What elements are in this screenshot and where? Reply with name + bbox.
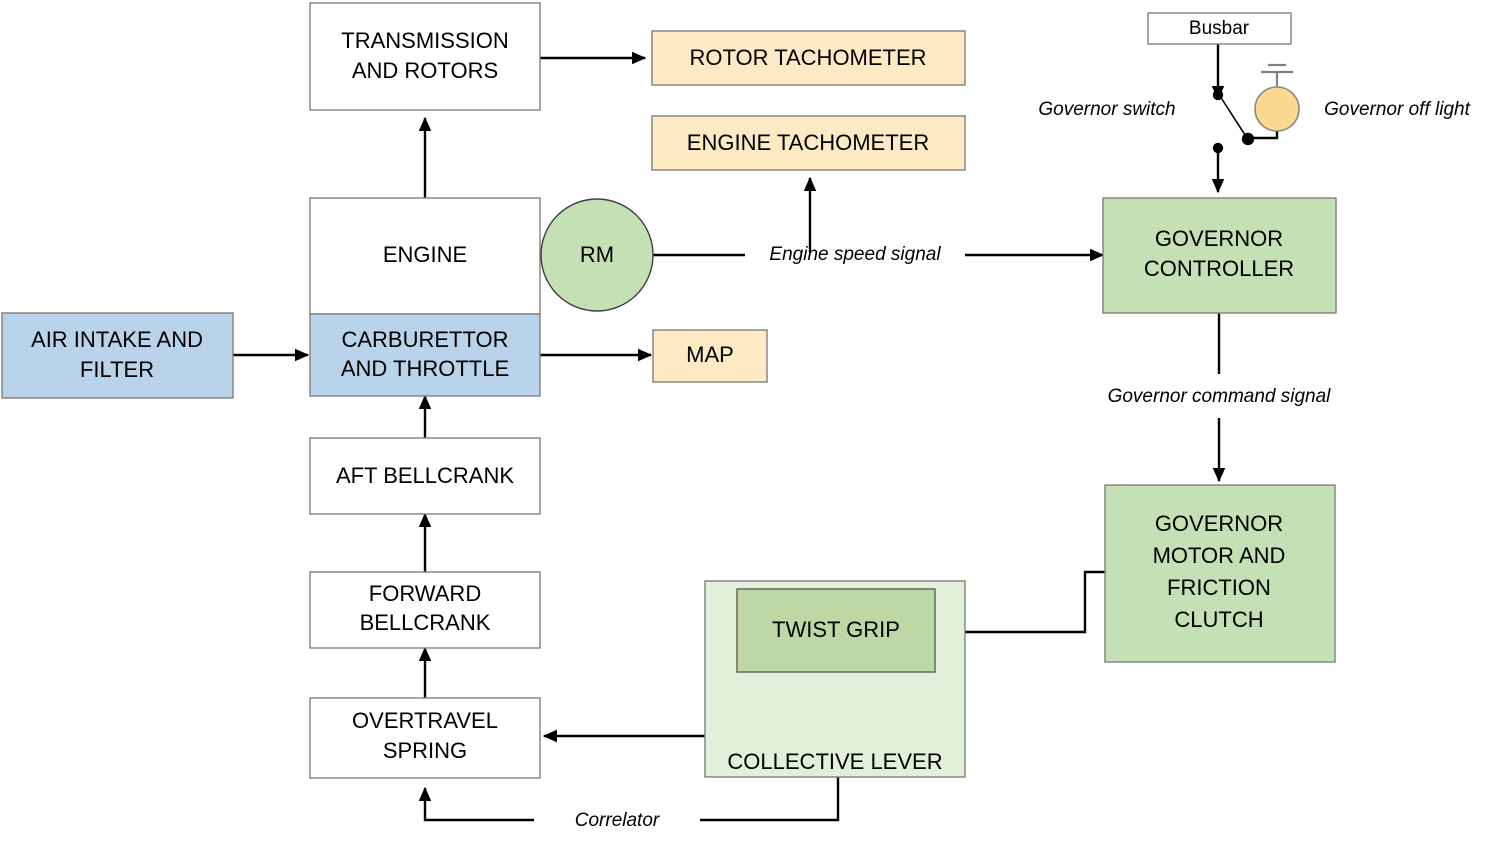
node-rotor-tachometer[interactable]: ROTOR TACHOMETER [651, 30, 966, 86]
connector-correlator-from-collective [700, 777, 840, 822]
overtravel-spring-box[interactable] [309, 697, 541, 779]
node-aft-bellcrank[interactable]: AFT BELLCRANK [309, 437, 541, 515]
rotor-tachometer-box[interactable] [651, 30, 966, 86]
node-map[interactable]: MAP [652, 329, 768, 383]
governor-switch-blade[interactable] [1217, 92, 1248, 139]
node-transmission-and-rotors[interactable]: TRANSMISSION AND ROTORS [309, 2, 541, 111]
node-governor-controller[interactable]: GOVERNOR CONTROLLER [1102, 197, 1337, 314]
busbar-box[interactable] [1147, 12, 1292, 45]
node-governor-motor-and-friction-clutch[interactable]: GOVERNOR MOTOR AND FRICTION CLUTCH [1104, 484, 1336, 663]
lamp-icon[interactable] [1254, 86, 1300, 132]
node-carburettor-and-throttle[interactable]: CARBURETTOR AND THROTTLE [309, 313, 541, 397]
air-intake-and-filter-box[interactable] [1, 312, 234, 399]
governor-switch-symbol[interactable] [1212, 89, 1255, 154]
engine-tachometer-box[interactable] [651, 115, 966, 171]
forward-bellcrank-box[interactable] [309, 571, 541, 649]
node-twist-grip[interactable]: TWIST GRIP [736, 588, 936, 673]
rm-circle[interactable] [540, 198, 654, 312]
governor-motor-box[interactable] [1104, 484, 1336, 663]
node-rm[interactable]: RM [540, 198, 654, 312]
block-diagram: TRANSMISSION AND ROTORS ROTOR TACHOMETER… [0, 0, 1494, 851]
governor-command-signal-annotation: Governor command signal [1108, 386, 1332, 407]
carburettor-and-throttle-box[interactable] [309, 313, 541, 397]
engine-speed-signal-annotation: Engine speed signal [769, 244, 941, 265]
node-overtravel-spring[interactable]: OVERTRAVEL SPRING [309, 697, 541, 779]
switch-contact-dot [1241, 132, 1255, 146]
governor-controller-box[interactable] [1102, 197, 1337, 314]
node-engine[interactable]: ENGINE [309, 197, 541, 315]
twist-grip-box[interactable] [736, 588, 936, 673]
correlator-annotation: Correlator [575, 810, 660, 831]
map-box[interactable] [652, 329, 768, 383]
switch-pivot-dot [1212, 89, 1224, 101]
node-engine-tachometer[interactable]: ENGINE TACHOMETER [651, 115, 966, 171]
transmission-and-rotors-box[interactable] [309, 2, 541, 111]
aft-bellcrank-box[interactable] [309, 437, 541, 515]
governor-off-light-symbol[interactable] [1254, 86, 1300, 132]
governor-off-light-annotation: Governor off light [1324, 99, 1470, 120]
node-forward-bellcrank[interactable]: FORWARD BELLCRANK [309, 571, 541, 649]
node-busbar[interactable]: Busbar [1147, 12, 1292, 45]
engine-box[interactable] [309, 197, 541, 315]
switch-output-dot [1212, 142, 1224, 154]
connector-correlator-to-overtravel [418, 786, 534, 822]
diagram-canvas: TRANSMISSION AND ROTORS ROTOR TACHOMETER… [1, 2, 1471, 831]
governor-switch-annotation: Governor switch [1038, 99, 1175, 120]
node-air-intake-and-filter[interactable]: AIR INTAKE AND FILTER [1, 312, 234, 399]
